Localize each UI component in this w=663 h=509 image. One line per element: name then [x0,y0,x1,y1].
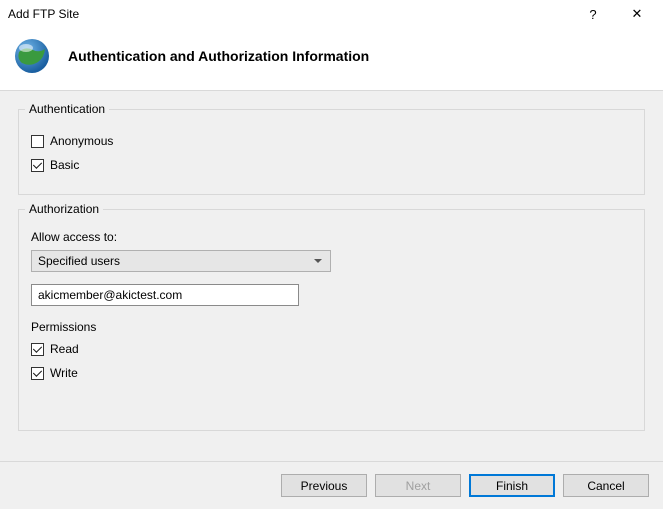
wizard-body: Authentication Anonymous Basic Authoriza… [0,91,663,461]
basic-checkbox-label: Basic [50,158,79,172]
read-checkbox[interactable]: Read [31,342,632,356]
help-icon: ? [589,7,596,22]
allow-access-label: Allow access to: [31,230,632,244]
read-checkbox-label: Read [50,342,79,356]
allow-access-selected-value: Specified users [38,254,120,268]
titlebar: Add FTP Site ? ✕ [0,0,663,28]
authentication-group: Authentication Anonymous Basic [18,109,645,195]
checkbox-icon [31,343,44,356]
permissions-label: Permissions [31,320,632,334]
cancel-button[interactable]: Cancel [563,474,649,497]
anonymous-checkbox[interactable]: Anonymous [31,134,632,148]
specified-users-input[interactable] [31,284,299,306]
checkbox-icon [31,367,44,380]
globe-icon [12,36,52,76]
write-checkbox[interactable]: Write [31,366,632,380]
authentication-group-label: Authentication [25,102,109,116]
close-icon: ✕ [632,6,643,22]
authorization-group: Authorization Allow access to: Specified… [18,209,645,431]
anonymous-checkbox-label: Anonymous [50,134,113,148]
authorization-group-label: Authorization [25,202,103,216]
checkbox-icon [31,159,44,172]
wizard-header: Authentication and Authorization Informa… [0,28,663,91]
next-button: Next [375,474,461,497]
finish-button[interactable]: Finish [469,474,555,497]
window-title: Add FTP Site [8,7,571,21]
close-button[interactable]: ✕ [615,0,659,28]
allow-access-select[interactable]: Specified users [31,250,331,272]
basic-checkbox[interactable]: Basic [31,158,632,172]
checkbox-icon [31,135,44,148]
help-button[interactable]: ? [571,0,615,28]
page-title: Authentication and Authorization Informa… [68,48,369,64]
write-checkbox-label: Write [50,366,78,380]
previous-button[interactable]: Previous [281,474,367,497]
chevron-down-icon [314,259,322,263]
wizard-footer: Previous Next Finish Cancel [0,461,663,509]
